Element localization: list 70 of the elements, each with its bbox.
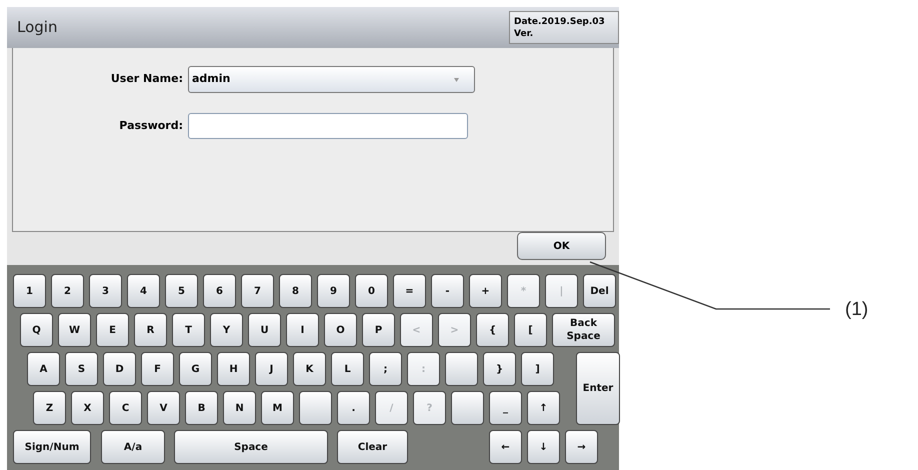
- user-name-dropdown[interactable]: admin: [188, 66, 475, 93]
- keyboard-key[interactable]: I: [286, 313, 319, 347]
- keyboard-key[interactable]: {: [476, 313, 509, 347]
- keyboard-key[interactable]: M: [261, 391, 294, 425]
- keyboard-key[interactable]: .: [337, 391, 370, 425]
- case-key[interactable]: A/a: [101, 430, 165, 464]
- enter-key[interactable]: Enter: [576, 352, 620, 425]
- keyboard-key[interactable]: U: [248, 313, 281, 347]
- clear-key[interactable]: Clear: [337, 430, 408, 464]
- arrow-key[interactable]: ←: [489, 430, 522, 464]
- keyboard-key[interactable]: P: [362, 313, 395, 347]
- keyboard-key[interactable]: 8: [279, 274, 312, 308]
- keyboard-key[interactable]: ]: [521, 352, 554, 386]
- arrow-key[interactable]: →: [565, 430, 598, 464]
- keyboard-key[interactable]: Z: [33, 391, 66, 425]
- blank-key[interactable]: [299, 391, 332, 425]
- keyboard-key[interactable]: -: [431, 274, 464, 308]
- keyboard-key[interactable]: K: [293, 352, 326, 386]
- keyboard-key[interactable]: ;: [369, 352, 402, 386]
- keyboard-key[interactable]: 4: [127, 274, 160, 308]
- keyboard-key[interactable]: X: [71, 391, 104, 425]
- keyboard-key[interactable]: 9: [317, 274, 350, 308]
- blank-key[interactable]: [445, 352, 478, 386]
- keyboard-key[interactable]: [: [514, 313, 547, 347]
- keyboard-key[interactable]: A: [27, 352, 60, 386]
- field-label: Password:: [118, 118, 184, 134]
- keyboard-key[interactable]: E: [96, 313, 129, 347]
- keyboard-key[interactable]: ↑: [527, 391, 560, 425]
- keyboard-key[interactable]: N: [223, 391, 256, 425]
- backspace-key[interactable]: Back Space: [552, 313, 615, 347]
- keyboard-key[interactable]: 6: [203, 274, 236, 308]
- keyboard-key[interactable]: S: [65, 352, 98, 386]
- keyboard-key[interactable]: C: [109, 391, 142, 425]
- keyboard-key[interactable]: G: [179, 352, 212, 386]
- password-field[interactable]: [188, 113, 468, 139]
- date-label: Date.2019.Sep.03: [514, 16, 606, 28]
- keyboard-key[interactable]: 0: [355, 274, 388, 308]
- keyboard-key[interactable]: Q: [20, 313, 53, 347]
- window-title: Login: [17, 17, 58, 38]
- callout-label: (1): [845, 298, 868, 322]
- field-label: User Name:: [110, 71, 184, 88]
- arrow-key[interactable]: ↓: [527, 430, 560, 464]
- keyboard-key[interactable]: _: [489, 391, 522, 425]
- keyboard-key[interactable]: +: [469, 274, 502, 308]
- keyboard-key[interactable]: Y: [210, 313, 243, 347]
- keyboard-key[interactable]: Del: [583, 274, 616, 308]
- keyboard-key[interactable]: }: [483, 352, 516, 386]
- keyboard-key[interactable]: 1: [13, 274, 46, 308]
- keyboard-key[interactable]: V: [147, 391, 180, 425]
- keyboard-key[interactable]: J: [255, 352, 288, 386]
- keyboard-key[interactable]: T: [172, 313, 205, 347]
- ok-button[interactable]: OK: [517, 232, 606, 260]
- keyboard-key[interactable]: L: [331, 352, 364, 386]
- keyboard-key[interactable]: O: [324, 313, 357, 347]
- space-key[interactable]: Space: [174, 430, 328, 464]
- keyboard-key[interactable]: R: [134, 313, 167, 347]
- keyboard-key[interactable]: 3: [89, 274, 122, 308]
- keyboard-key[interactable]: H: [217, 352, 250, 386]
- keyboard-key[interactable]: D: [103, 352, 136, 386]
- keyboard-key[interactable]: 2: [51, 274, 84, 308]
- keyboard-key[interactable]: 7: [241, 274, 274, 308]
- sign-num-key[interactable]: Sign/Num: [13, 430, 91, 464]
- version-label: Ver.: [514, 28, 534, 40]
- blank-key[interactable]: [451, 391, 484, 425]
- dropdown-arrow-icon: [454, 78, 459, 82]
- keyboard-key[interactable]: F: [141, 352, 174, 386]
- keyboard-key[interactable]: B: [185, 391, 218, 425]
- keyboard-key[interactable]: =: [393, 274, 426, 308]
- keyboard-key[interactable]: 5: [165, 274, 198, 308]
- keyboard-key[interactable]: W: [58, 313, 91, 347]
